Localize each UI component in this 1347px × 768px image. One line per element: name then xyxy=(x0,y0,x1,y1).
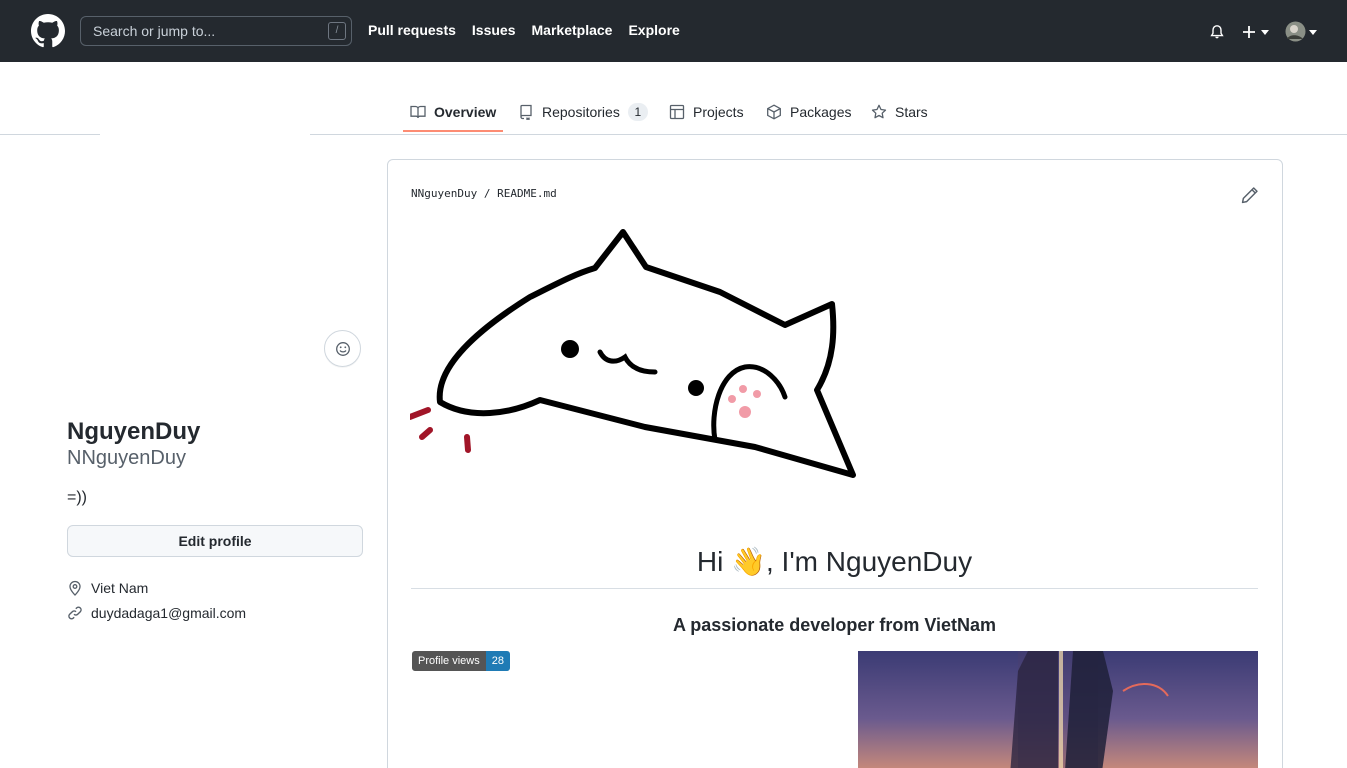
tab-overview[interactable]: Overview xyxy=(410,100,496,124)
repositories-count: 1 xyxy=(627,103,648,121)
smiley-icon xyxy=(335,341,350,356)
link-icon xyxy=(68,606,82,620)
heading-divider xyxy=(411,588,1258,589)
profile-bio: =)) xyxy=(67,489,87,506)
crumb-user[interactable]: NNguyenDuy xyxy=(411,187,477,200)
header-nav: Pull requests Issues Marketplace Explore xyxy=(368,22,680,38)
badge-label: Profile views xyxy=(412,651,486,671)
profile-views-badge: Profile views 28 xyxy=(412,651,510,671)
active-tab-indicator xyxy=(403,130,503,132)
bongo-cat-image xyxy=(410,229,856,478)
search-shortcut-key: / xyxy=(328,22,346,40)
location-text: Viet Nam xyxy=(91,580,149,596)
chevron-down-icon xyxy=(1261,30,1269,35)
bell-icon[interactable] xyxy=(1209,24,1225,40)
crumb-separator: / xyxy=(477,187,498,200)
package-icon xyxy=(767,104,781,120)
table-icon xyxy=(669,104,685,120)
readme-breadcrumb: NNguyenDuy / README.md xyxy=(411,187,557,200)
avatar[interactable] xyxy=(1285,21,1306,42)
nav-marketplace[interactable]: Marketplace xyxy=(532,22,613,38)
tab-border-gap xyxy=(100,133,310,136)
tab-label: Packages xyxy=(790,104,852,120)
profile-location: Viet Nam xyxy=(67,580,148,596)
global-header: Search or jump to... / Pull requests Iss… xyxy=(0,0,1347,62)
profile-email[interactable]: duydadaga1@gmail.com xyxy=(67,605,246,621)
search-input[interactable]: Search or jump to... / xyxy=(80,16,352,46)
location-icon xyxy=(69,580,81,596)
pencil-icon[interactable] xyxy=(1241,186,1259,204)
avatar-chevron-down-icon xyxy=(1309,30,1317,35)
profile-name: NguyenDuy xyxy=(67,418,201,445)
tab-projects[interactable]: Projects xyxy=(669,100,744,124)
tab-label: Overview xyxy=(434,104,497,120)
readme-card: NNguyenDuy / README.md Hi 👋, I'm NguyenD… xyxy=(387,159,1283,768)
readme-subheading: A passionate developer from VietNam xyxy=(672,615,997,635)
tab-label: Stars xyxy=(895,104,928,120)
profile-tabs: Overview Repositories 1 Projects Package… xyxy=(0,62,1347,135)
tab-label: Projects xyxy=(693,104,744,120)
nav-pull-requests[interactable]: Pull requests xyxy=(368,22,456,38)
email-link[interactable]: duydadaga1@gmail.com xyxy=(91,605,246,621)
book-icon xyxy=(410,105,426,119)
tab-label: Repositories xyxy=(542,104,620,120)
github-logo-icon[interactable] xyxy=(31,14,65,48)
edit-profile-button[interactable]: Edit profile xyxy=(67,525,363,557)
nav-explore[interactable]: Explore xyxy=(628,22,679,38)
star-icon xyxy=(871,104,887,119)
set-status-button[interactable] xyxy=(324,330,361,367)
crumb-file[interactable]: README.md xyxy=(497,187,557,200)
search-placeholder: Search or jump to... xyxy=(93,23,216,39)
badge-value: 28 xyxy=(485,651,510,671)
tab-packages[interactable]: Packages xyxy=(766,100,851,124)
readme-heading: Hi 👋, I'm NguyenDuy xyxy=(696,546,973,577)
nav-issues[interactable]: Issues xyxy=(472,22,516,38)
anime-illustration-image xyxy=(858,651,1258,768)
tab-stars[interactable]: Stars xyxy=(871,100,928,124)
plus-icon[interactable] xyxy=(1242,25,1256,39)
tab-repositories[interactable]: Repositories 1 xyxy=(518,100,648,124)
profile-login: NNguyenDuy xyxy=(67,447,186,469)
repo-icon xyxy=(520,104,532,120)
